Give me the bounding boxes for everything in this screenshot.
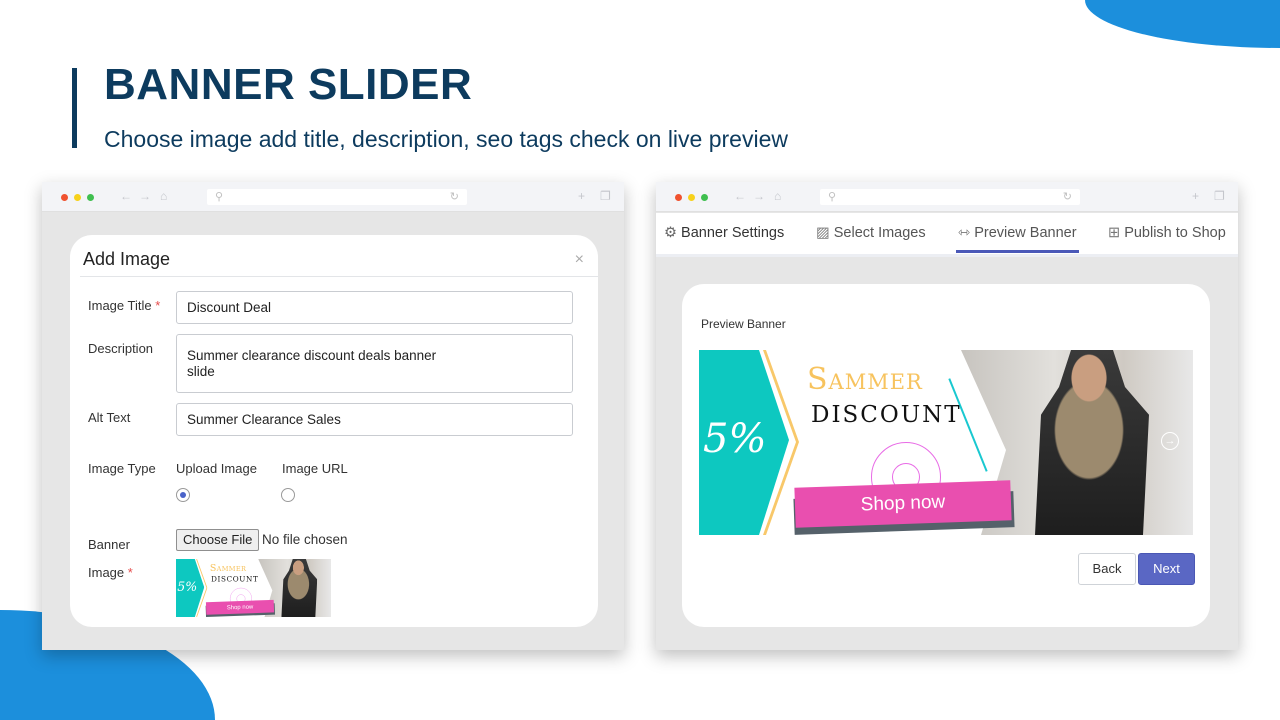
tab-select-images[interactable]: ▨ Select Images <box>816 225 926 241</box>
active-tab-indicator <box>956 250 1079 253</box>
back-arrow-icon[interactable]: ← <box>120 189 132 203</box>
tab-preview-banner[interactable]: ⇿ Preview Banner <box>958 225 1077 241</box>
banner-subhead: DISCOUNT <box>211 575 259 584</box>
description-label: Description <box>88 341 154 356</box>
description-textarea[interactable]: Summer clearance discount deals banner s… <box>176 334 573 393</box>
page-title: BANNER SLIDER <box>104 60 473 109</box>
image-title-label: Image Title * <box>88 298 160 313</box>
image-icon: ▨ <box>816 225 830 241</box>
preview-label: Preview Banner <box>701 317 786 331</box>
tab-label: Publish to Shop <box>1124 225 1226 241</box>
upload-image-label: Upload Image <box>176 461 257 476</box>
reload-icon[interactable]: ↻ <box>1063 190 1072 203</box>
maximize-dot[interactable] <box>87 194 94 201</box>
alt-text-input[interactable]: Summer Clearance Sales <box>176 403 573 436</box>
forward-arrow-icon[interactable]: → <box>753 189 765 203</box>
tab-label: Banner Settings <box>681 225 785 241</box>
banner-cta[interactable]: Shop now <box>794 480 1012 528</box>
banner-label: Banner <box>88 537 130 552</box>
modal-title: Add Image <box>83 249 171 269</box>
home-icon[interactable]: ⌂ <box>160 189 167 203</box>
image-title-input[interactable]: Discount Deal <box>176 291 573 324</box>
accent-bar <box>72 68 77 148</box>
image-url-label: Image URL <box>282 461 348 476</box>
add-image-modal: Add Image × Image Title * Discount Deal … <box>70 235 598 627</box>
tabs-icon[interactable]: ❐ <box>1214 189 1225 203</box>
banner-headline: Sammer <box>807 362 923 397</box>
new-tab-icon[interactable]: + <box>578 189 585 203</box>
browser-toolbar: ← → ⌂ ⚲ ↻ + ❐ <box>42 182 624 212</box>
tab-label: Select Images <box>833 225 926 241</box>
browser-window-preview: ← → ⌂ ⚲ ↻ + ❐ ⚙ Banner Settings ▨ Select … <box>656 182 1238 650</box>
preview-card: Preview Banner 5% Sammer DISCOUNT Shop n… <box>682 284 1210 627</box>
reload-icon[interactable]: ↻ <box>450 190 459 203</box>
label-text: Image Title <box>88 298 152 313</box>
close-dot[interactable] <box>675 194 682 201</box>
back-button[interactable]: Back <box>1078 553 1136 585</box>
maximize-dot[interactable] <box>701 194 708 201</box>
banner-preview: 5% Sammer DISCOUNT Shop now → <box>699 350 1193 535</box>
choose-file-button[interactable]: Choose File <box>176 529 260 551</box>
minimize-dot[interactable] <box>688 194 695 201</box>
tab-bar: ⚙ Banner Settings ▨ Select Images ⇿ Prev… <box>656 213 1238 257</box>
file-status: No file chosen <box>262 532 348 547</box>
upload-image-radio[interactable] <box>176 488 190 502</box>
forward-arrow-icon[interactable]: → <box>139 189 151 203</box>
alt-text-label: Alt Text <box>88 410 131 425</box>
banner-image-small: 5% Sammer DISCOUNT Shop now <box>176 559 331 617</box>
required-mark: * <box>127 565 133 580</box>
banner-percent: 5% <box>703 416 767 462</box>
home-icon[interactable]: ⌂ <box>774 189 781 203</box>
new-tab-icon[interactable]: + <box>1192 189 1199 203</box>
close-icon[interactable]: × <box>575 251 584 269</box>
banner-headline: Sammer <box>209 562 247 574</box>
search-icon: ⚲ <box>828 191 837 203</box>
banner-percent: 5% <box>177 579 198 595</box>
next-slide-icon[interactable]: → <box>1161 432 1179 450</box>
image-url-radio[interactable] <box>281 488 295 502</box>
tab-label: Preview Banner <box>974 225 1077 241</box>
address-bar[interactable]: ⚲ ↻ <box>820 189 1080 205</box>
image-type-label: Image Type <box>88 461 156 476</box>
divider <box>80 276 598 277</box>
label-text: Image <box>88 565 125 580</box>
browser-toolbar: ← → ⌂ ⚲ ↻ + ❐ <box>656 182 1238 212</box>
publish-icon: ⊞ <box>1108 225 1121 241</box>
search-icon: ⚲ <box>215 191 224 203</box>
banner-subhead: DISCOUNT <box>811 402 962 428</box>
gear-icon: ⚙ <box>664 225 677 241</box>
banner-thumbnail: 5% Sammer DISCOUNT Shop now <box>176 559 331 617</box>
address-bar[interactable]: ⚲ ↻ <box>207 189 467 205</box>
browser-window-add-image: ← → ⌂ ⚲ ↻ + ❐ Add Image × Image Title * D… <box>42 182 624 650</box>
close-dot[interactable] <box>61 194 68 201</box>
tabs-icon[interactable]: ❐ <box>600 189 611 203</box>
required-mark: * <box>155 298 161 313</box>
back-arrow-icon[interactable]: ← <box>734 189 746 203</box>
minimize-dot[interactable] <box>74 194 81 201</box>
tab-publish-to-shop[interactable]: ⊞ Publish to Shop <box>1108 225 1226 241</box>
image-label: Image * <box>88 565 133 580</box>
banner-cta: Shop now <box>205 599 275 615</box>
decorative-blob <box>1085 0 1280 48</box>
page-subtitle: Choose image add title, description, seo… <box>104 126 788 152</box>
preview-icon: ⇿ <box>958 225 971 241</box>
next-button[interactable]: Next <box>1138 553 1195 585</box>
tab-banner-settings[interactable]: ⚙ Banner Settings <box>664 225 784 241</box>
